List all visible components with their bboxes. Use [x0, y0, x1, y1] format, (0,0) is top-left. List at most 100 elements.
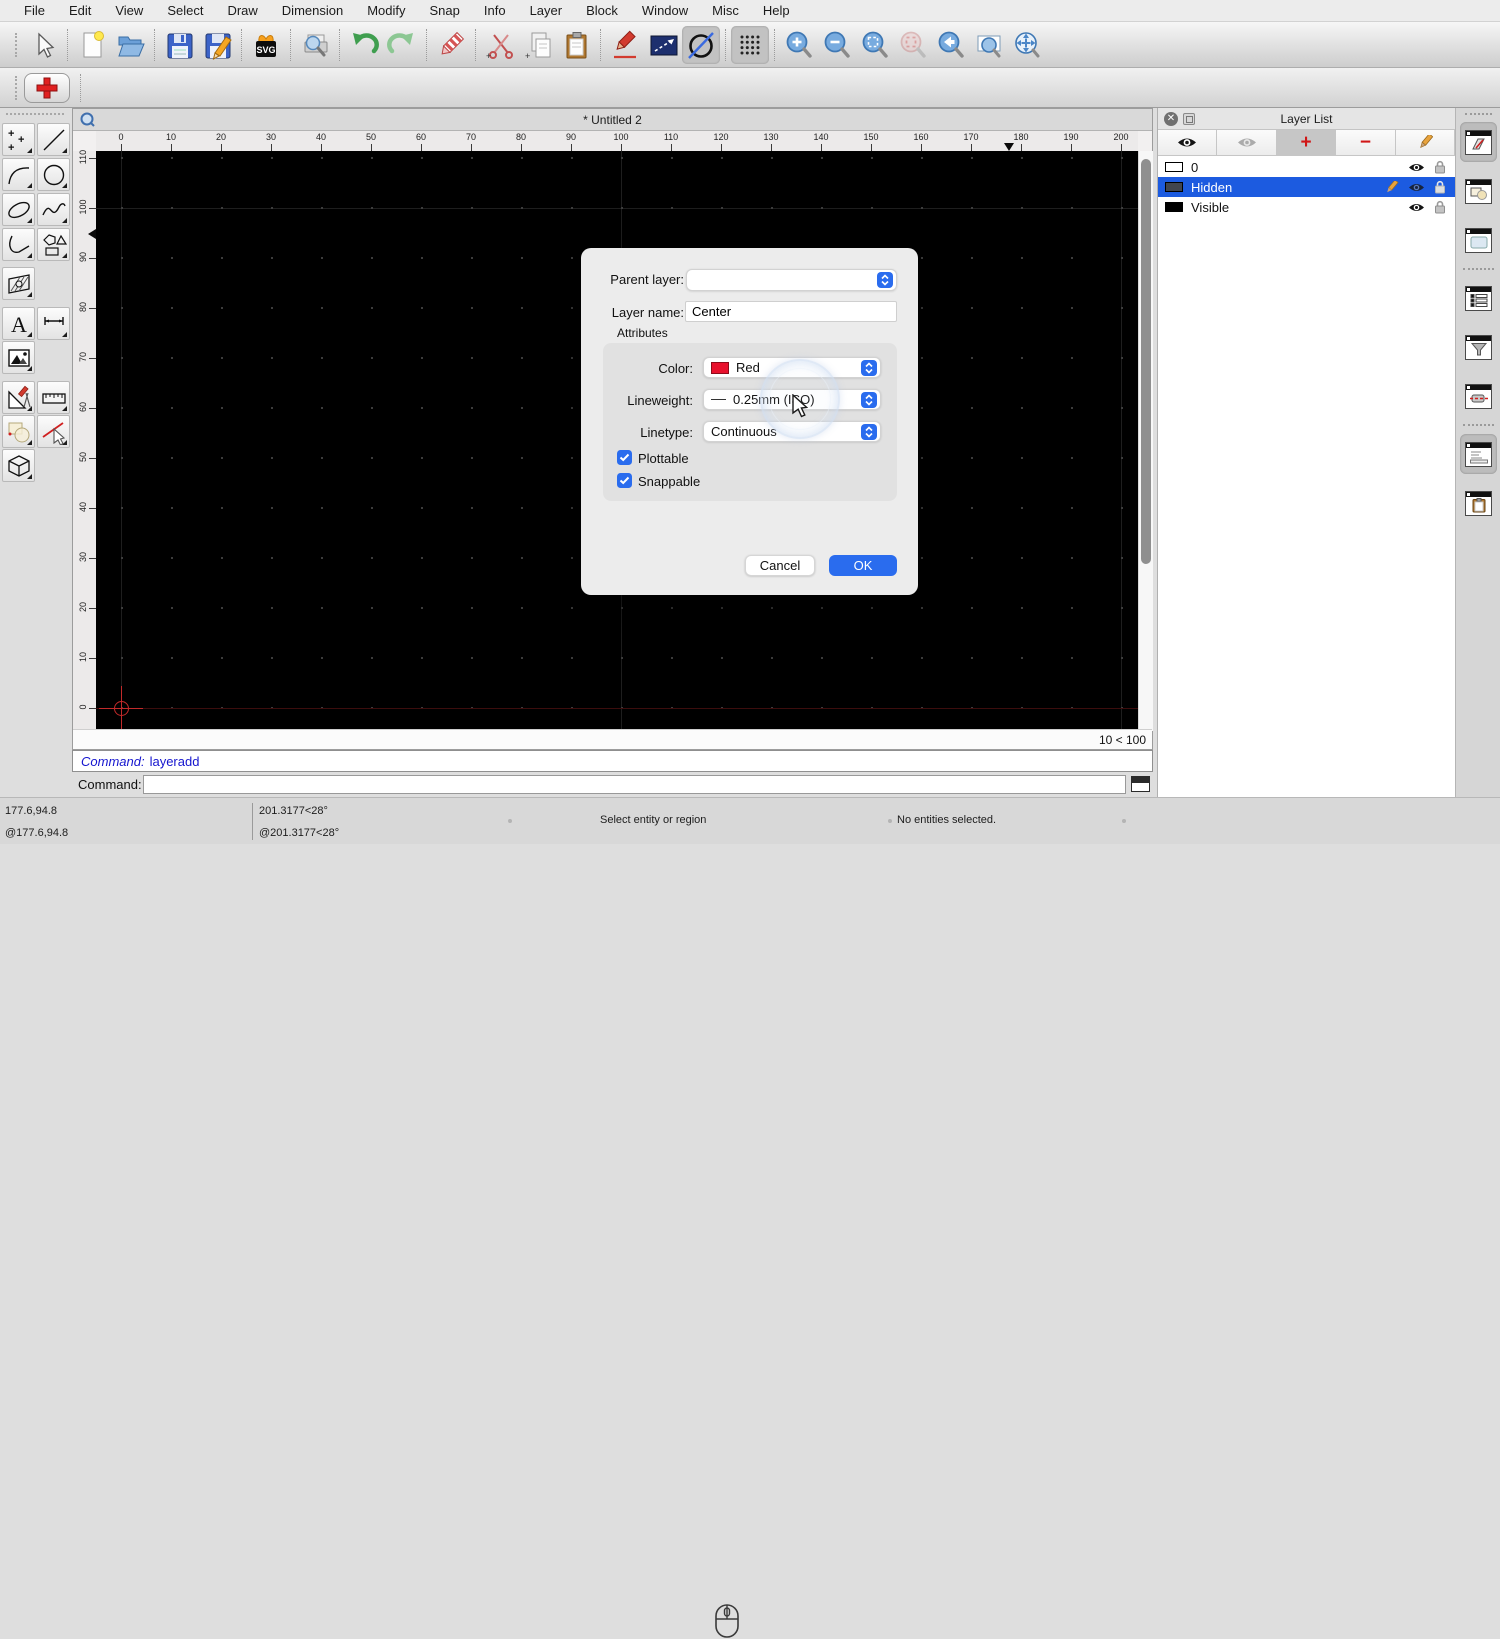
draft-mode-button[interactable]	[682, 25, 720, 64]
document-titlebar[interactable]: * Untitled 2	[73, 109, 1152, 131]
color-swatch	[711, 361, 729, 374]
delete-eraser-button[interactable]	[432, 26, 470, 64]
menu-help[interactable]: Help	[751, 3, 802, 18]
dock-library-browser-button[interactable]	[1460, 220, 1497, 260]
zoom-auto-button[interactable]	[856, 26, 894, 64]
menu-view[interactable]: View	[103, 3, 155, 18]
layer-name-input[interactable]	[685, 301, 897, 322]
dock-pen-palette-button[interactable]	[1460, 376, 1497, 416]
layer-row-hidden[interactable]: Hidden	[1158, 177, 1455, 197]
command-dock-toggle-icon[interactable]	[1131, 776, 1150, 792]
menu-layer[interactable]: Layer	[518, 3, 575, 18]
plottable-checkbox[interactable]	[617, 450, 632, 465]
open-file-button[interactable]	[111, 26, 149, 64]
tool-image-button[interactable]	[2, 341, 35, 374]
toolbar-drag-handle[interactable]	[15, 75, 17, 100]
ok-button[interactable]: OK	[829, 555, 897, 576]
layer-visible-icon[interactable]	[1408, 162, 1425, 173]
cancel-button[interactable]: Cancel	[745, 555, 815, 576]
undo-button[interactable]	[345, 26, 383, 64]
stepper-icon	[861, 391, 877, 408]
redo-button[interactable]	[383, 26, 421, 64]
grid-toggle-button[interactable]	[731, 25, 769, 64]
parent-layer-select[interactable]	[686, 269, 897, 291]
tool-draw-tools-button[interactable]	[2, 381, 35, 414]
toolbar-drag-handle[interactable]	[15, 32, 17, 57]
svg-text:+: +	[8, 128, 14, 140]
copy-button[interactable]: +	[519, 26, 557, 64]
show-all-layers-button[interactable]	[1158, 130, 1218, 156]
selection-pointer-button[interactable]	[24, 26, 62, 64]
tool-hatch-button[interactable]	[2, 267, 35, 300]
float-panel-icon[interactable]	[1183, 113, 1195, 125]
dock-drag-handle[interactable]	[1465, 113, 1492, 115]
zoom-select-button[interactable]	[894, 26, 932, 64]
scrollbar-thumb[interactable]	[1141, 159, 1151, 564]
menu-modify[interactable]: Modify	[355, 3, 417, 18]
hide-all-layers-button[interactable]	[1217, 130, 1277, 156]
remove-layer-button[interactable]: −	[1336, 130, 1396, 156]
snappable-label: Snappable	[638, 474, 701, 489]
menu-info[interactable]: Info	[472, 3, 518, 18]
layer-lock-icon[interactable]	[1434, 160, 1446, 174]
paste-button[interactable]	[557, 26, 595, 64]
zoom-pan-button[interactable]	[1008, 26, 1046, 64]
add-layer-button[interactable]: +	[1276, 130, 1337, 156]
add-layer-button[interactable]	[24, 72, 70, 103]
tool-measure-button[interactable]	[37, 381, 70, 414]
menu-file[interactable]: File	[12, 3, 57, 18]
dock-command-line-button[interactable]	[1460, 434, 1497, 474]
layer-edit-pencil-icon[interactable]	[1384, 180, 1399, 194]
tool-snap-button[interactable]	[37, 415, 70, 448]
palette-drag-handle[interactable]	[6, 113, 64, 115]
menu-dimension[interactable]: Dimension	[270, 3, 355, 18]
menu-edit[interactable]: Edit	[57, 3, 103, 18]
tool-arcs-button[interactable]	[2, 158, 35, 191]
menu-snap[interactable]: Snap	[418, 3, 472, 18]
dock-selection-filter-button[interactable]	[1460, 327, 1497, 367]
tool-text-button[interactable]: A	[2, 307, 35, 340]
tool-splines-button[interactable]	[37, 193, 70, 226]
menu-draw[interactable]: Draw	[215, 3, 269, 18]
new-document-button[interactable]	[73, 26, 111, 64]
menu-window[interactable]: Window	[630, 3, 700, 18]
zoom-in-button[interactable]	[780, 26, 818, 64]
layer-row-0[interactable]: 0	[1158, 157, 1455, 177]
zoom-out-button[interactable]	[818, 26, 856, 64]
dock-block-list-button[interactable]	[1460, 171, 1497, 211]
dock-clipboard-button[interactable]	[1460, 483, 1497, 523]
tool-polylines-button[interactable]	[2, 228, 35, 261]
tool-lines-button[interactable]	[37, 123, 70, 156]
tool-dimensions-button[interactable]	[37, 307, 70, 340]
zoom-previous-button[interactable]	[932, 26, 970, 64]
layer-lock-icon[interactable]	[1434, 200, 1446, 214]
command-input[interactable]	[143, 775, 1126, 794]
canvas-scrollbar[interactable]	[1138, 151, 1153, 731]
menu-misc[interactable]: Misc	[700, 3, 751, 18]
layer-visible-icon[interactable]	[1408, 202, 1425, 213]
cut-button[interactable]: +	[481, 26, 519, 64]
layer-lock-icon[interactable]	[1434, 180, 1446, 194]
draw-pencil-button[interactable]	[606, 26, 644, 64]
print-preview-button[interactable]	[296, 26, 334, 64]
tool-solids-button[interactable]	[2, 449, 35, 482]
tool-ellipses-button[interactable]	[2, 193, 35, 226]
snappable-checkbox[interactable]	[617, 473, 632, 488]
save-as-button[interactable]	[198, 26, 236, 64]
layer-row-visible[interactable]: Visible	[1158, 197, 1455, 217]
close-icon[interactable]: ✕	[1164, 112, 1178, 126]
layer-visible-icon[interactable]	[1408, 182, 1425, 193]
tool-modify-button[interactable]	[2, 415, 35, 448]
tool-shapes-button[interactable]	[37, 228, 70, 261]
save-button[interactable]	[160, 26, 198, 64]
zoom-window-button[interactable]	[970, 26, 1008, 64]
distance-button[interactable]	[644, 26, 682, 64]
tool-circles-button[interactable]	[37, 158, 70, 191]
dock-layer-list-button[interactable]	[1460, 278, 1497, 318]
modify-layer-button[interactable]	[1395, 130, 1456, 156]
tool-points-button[interactable]: + + +	[2, 123, 35, 156]
menu-select[interactable]: Select	[155, 3, 215, 18]
menu-block[interactable]: Block	[574, 3, 630, 18]
dock-layer-properties-button[interactable]	[1460, 122, 1497, 162]
export-svg-button[interactable]: SVG	[247, 26, 285, 64]
